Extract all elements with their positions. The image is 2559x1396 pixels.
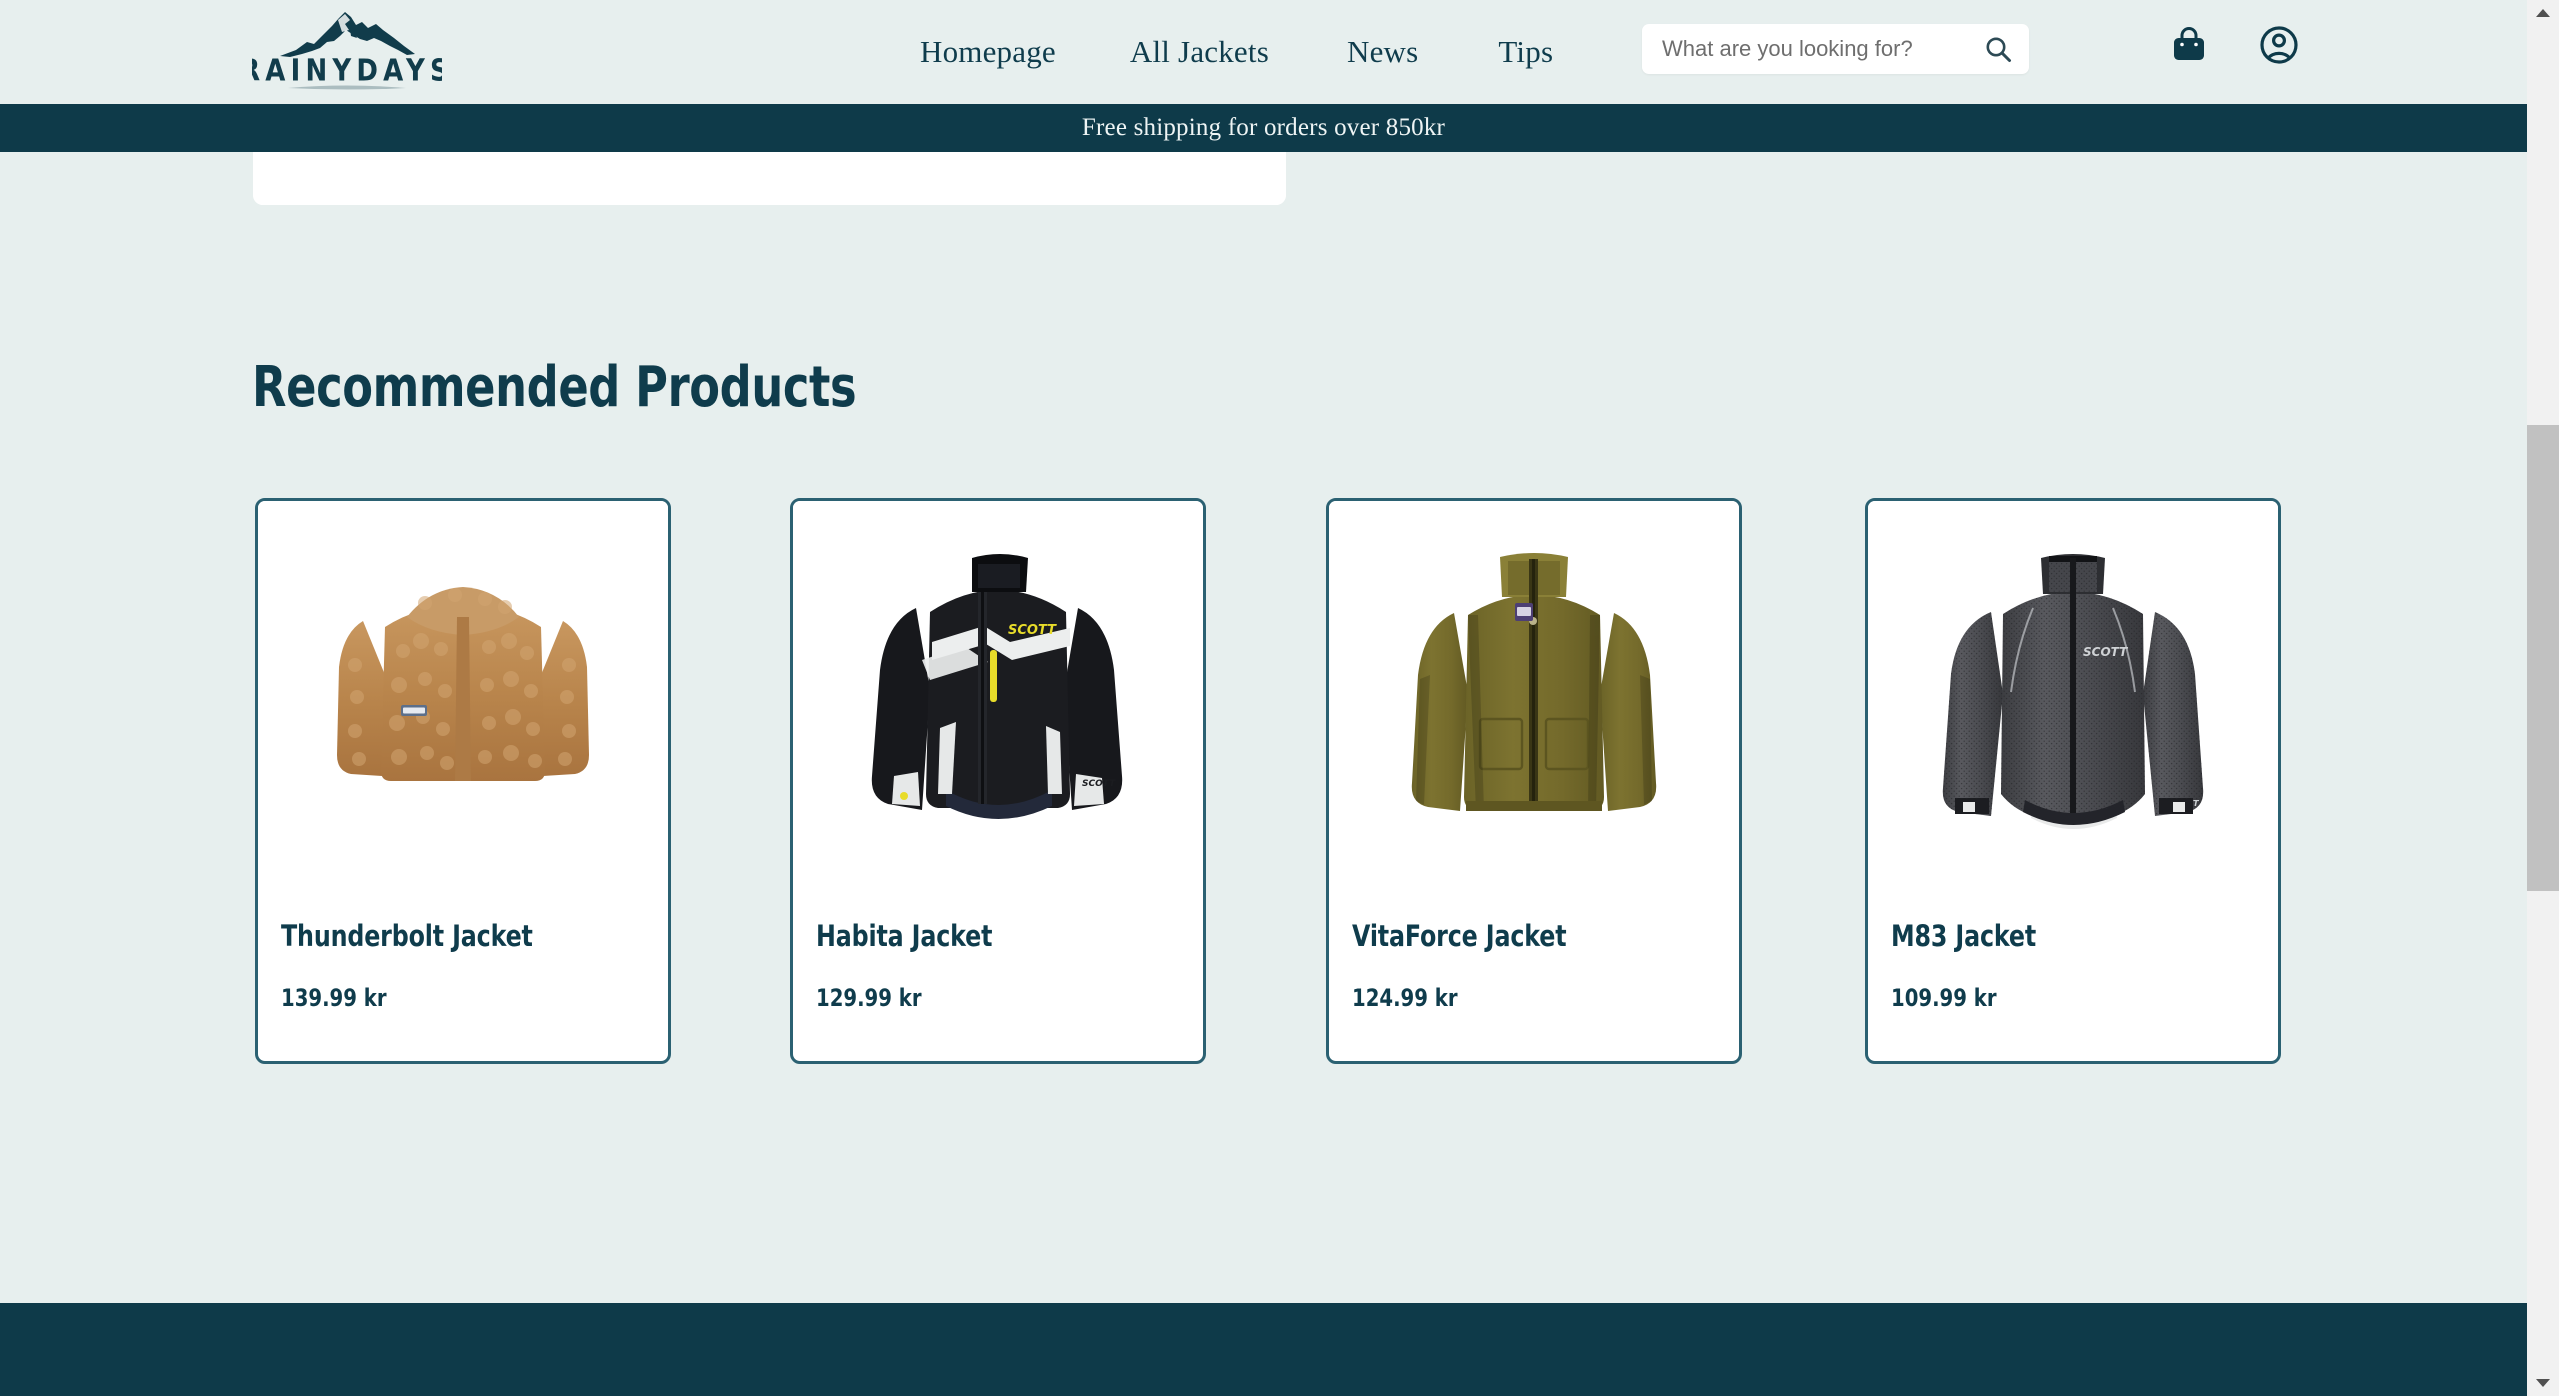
product-price: 124.99 kr <box>1352 984 1458 1012</box>
product-card[interactable]: SCOTT SCOTT M83 Jacket 109.99 kr <box>1865 498 2281 1064</box>
product-card[interactable]: Thunderbolt Jacket 139.99 kr <box>255 498 671 1064</box>
site-footer <box>0 1303 2527 1396</box>
nav-item-homepage[interactable]: Homepage <box>920 34 1056 70</box>
search-button[interactable] <box>1981 32 2015 66</box>
olive-green-fleece-jacket-image <box>1411 553 1657 811</box>
cart-button[interactable] <box>2166 22 2212 68</box>
product-image <box>258 501 668 899</box>
product-price: 109.99 kr <box>1891 984 1997 1012</box>
svg-text:SCOTT: SCOTT <box>1082 779 1116 789</box>
page-root: RAINYDAYS Homepage All Jackets News Tips <box>0 0 2559 1396</box>
search-bar <box>1642 24 2029 74</box>
product-image <box>1329 501 1739 899</box>
recommended-products-grid: Thunderbolt Jacket 139.99 kr SCOTT SCOTT… <box>255 498 2283 1064</box>
page-scrollbar[interactable] <box>2527 0 2559 1396</box>
product-title: Thunderbolt Jacket <box>281 919 533 953</box>
account-circle-icon <box>2260 26 2298 64</box>
main-navigation: Homepage All Jackets News Tips <box>920 34 1553 70</box>
page-viewport: RAINYDAYS Homepage All Jackets News Tips <box>0 0 2527 1396</box>
chevron-down-icon <box>2536 1379 2550 1387</box>
product-price: 129.99 kr <box>816 984 922 1012</box>
site-header: RAINYDAYS Homepage All Jackets News Tips <box>0 0 2527 104</box>
nav-item-all-jackets[interactable]: All Jackets <box>1130 34 1269 70</box>
nav-item-tips[interactable]: Tips <box>1498 34 1553 70</box>
header-icon-group <box>2166 22 2302 68</box>
product-image: SCOTT SCOTT <box>1868 501 2278 899</box>
chevron-up-icon <box>2536 9 2550 17</box>
product-title: VitaForce Jacket <box>1352 919 1567 953</box>
product-price: 139.99 kr <box>281 984 387 1012</box>
section-title-recommended-products: Recommended Products <box>252 355 857 420</box>
black-white-scott-ski-jacket-image: SCOTT SCOTT <box>871 554 1123 819</box>
account-button[interactable] <box>2256 22 2302 68</box>
search-input[interactable] <box>1660 28 1964 70</box>
product-title: Habita Jacket <box>816 919 993 953</box>
svg-text:SCOTT: SCOTT <box>2083 645 2128 659</box>
shipping-banner: Free shipping for orders over 850kr <box>0 104 2527 152</box>
product-image: SCOTT SCOTT <box>793 501 1203 899</box>
site-logo[interactable]: RAINYDAYS <box>252 8 442 96</box>
scrollbar-up-arrow[interactable] <box>2527 0 2559 26</box>
scrollbar-down-arrow[interactable] <box>2527 1370 2559 1396</box>
product-card[interactable]: SCOTT SCOTT Habita Jacket 129.99 kr <box>790 498 1206 1064</box>
product-card[interactable]: VitaForce Jacket 124.99 kr <box>1326 498 1742 1064</box>
grey-lightweight-cycling-jacket-image: SCOTT SCOTT <box>1942 554 2204 829</box>
search-icon <box>1986 37 2011 62</box>
brown-sherpa-fleece-jacket-image <box>337 587 589 781</box>
svg-text:SCOTT: SCOTT <box>1008 623 1057 638</box>
svg-text:RAINYDAYS: RAINYDAYS <box>252 53 442 88</box>
shopping-bag-icon <box>2174 27 2204 60</box>
mountain-logo-icon: RAINYDAYS <box>252 12 442 90</box>
scrollbar-thumb[interactable] <box>2527 425 2559 891</box>
product-title: M83 Jacket <box>1891 919 2037 953</box>
nav-item-news[interactable]: News <box>1347 34 1418 70</box>
